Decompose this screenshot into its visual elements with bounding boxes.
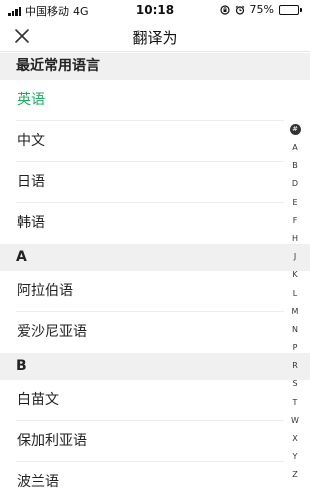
alphabet-index-bar[interactable]: # A B D E F H J K L M N P R S T W X Y Z <box>288 123 302 485</box>
battery-percent: 75% <box>249 3 274 16</box>
index-letter[interactable]: P <box>293 339 298 357</box>
index-letter[interactable]: Y <box>293 448 298 466</box>
index-letter[interactable]: S <box>292 375 297 393</box>
index-letter[interactable]: M <box>292 303 299 321</box>
status-right: 75% <box>219 3 302 16</box>
nav-bar: 翻译为 <box>0 20 310 52</box>
battery-icon <box>279 4 302 15</box>
index-hash[interactable]: # <box>289 124 301 135</box>
index-letter[interactable]: Z <box>292 466 297 484</box>
language-item[interactable]: 中文 <box>0 121 310 162</box>
lock-rotation-icon <box>219 4 230 15</box>
index-letter[interactable]: F <box>293 212 298 230</box>
index-letter[interactable]: H <box>292 230 298 248</box>
section-header: B <box>0 353 310 380</box>
language-label: 韩语 <box>17 215 45 231</box>
language-item[interactable]: 爱沙尼亚语 <box>0 312 310 353</box>
language-item[interactable]: 白苗文 <box>0 380 310 421</box>
language-label: 白苗文 <box>17 392 59 408</box>
alarm-icon <box>235 5 244 15</box>
index-letter[interactable]: K <box>292 266 297 284</box>
page-title: 翻译为 <box>132 29 178 47</box>
language-label: 英语 <box>17 92 45 108</box>
index-letter[interactable]: A <box>292 139 297 157</box>
index-letter[interactable]: L <box>293 285 297 303</box>
index-letter[interactable]: D <box>292 175 298 193</box>
language-label: 保加利亚语 <box>17 433 87 449</box>
language-item[interactable]: 保加利亚语 <box>0 421 310 462</box>
language-label: 中文 <box>17 133 45 149</box>
language-item[interactable]: 阿拉伯语 <box>0 271 310 312</box>
index-letter[interactable]: W <box>291 412 299 430</box>
status-bar: 中国移动 4G 10:18 75% <box>0 0 310 20</box>
index-letter[interactable]: T <box>293 394 298 412</box>
index-letter[interactable]: X <box>292 430 297 448</box>
section-header: 最近常用语言 <box>0 53 310 80</box>
index-letter[interactable]: E <box>292 194 297 212</box>
language-label: 波兰语 <box>17 474 59 490</box>
language-label: 阿拉伯语 <box>17 283 73 299</box>
language-label: 爱沙尼亚语 <box>17 324 87 340</box>
language-item[interactable]: 韩语 <box>0 203 310 244</box>
index-letter[interactable]: N <box>292 321 298 339</box>
section-header: A <box>0 244 310 271</box>
index-letter[interactable]: R <box>292 357 298 375</box>
language-list: 最近常用语言英语中文日语韩语 A 阿拉伯语爱沙尼亚语 B 白苗文保加利亚语波兰语 <box>0 53 310 500</box>
language-item[interactable]: 英语 <box>0 80 310 121</box>
language-item[interactable]: 波兰语 <box>0 462 310 500</box>
index-letter[interactable]: J <box>294 248 296 266</box>
index-letter[interactable]: B <box>292 157 298 175</box>
language-item[interactable]: 日语 <box>0 162 310 203</box>
language-label: 日语 <box>17 174 45 190</box>
